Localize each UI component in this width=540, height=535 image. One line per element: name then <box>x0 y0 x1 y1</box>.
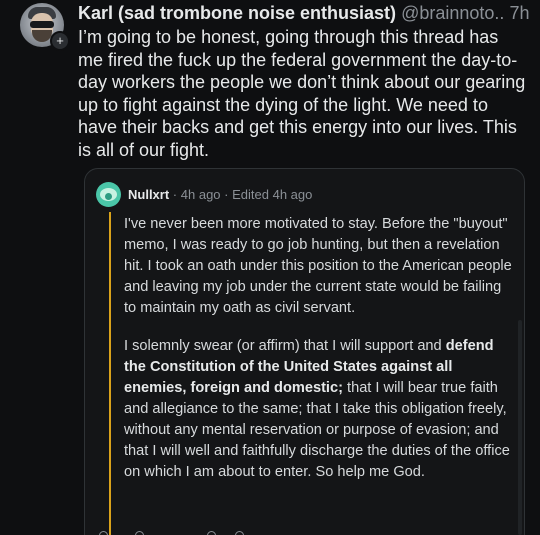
action-icon[interactable] <box>235 531 244 535</box>
action-icon[interactable] <box>99 531 108 535</box>
quote-author[interactable]: Nullxrt <box>128 187 169 202</box>
post-header: Karl (sad trombone noise enthusiast) @br… <box>78 2 529 24</box>
action-icon[interactable] <box>135 531 144 535</box>
meta-separator: · <box>224 187 229 202</box>
quote-action-row <box>99 528 279 535</box>
quote-edited: Edited 4h ago <box>232 187 313 202</box>
avatar-shape-inner <box>105 193 112 200</box>
author-handle[interactable]: @brainnoto.. <box>401 3 504 23</box>
action-icon[interactable] <box>207 531 216 535</box>
quote-body: I've never been more motivated to stay. … <box>124 214 516 483</box>
quote-thread-line <box>109 212 111 535</box>
quote-time: 4h ago <box>180 187 221 202</box>
oath-intro: I solemnly swear (or affirm) that I will… <box>124 338 446 354</box>
quoted-comment-card[interactable]: Nullxrt · 4h ago · Edited 4h ago I've ne… <box>84 168 525 535</box>
avatar-sunglasses <box>30 21 54 28</box>
scrollbar[interactable] <box>518 320 522 535</box>
author-name[interactable]: Karl (sad trombone noise enthusiast) <box>78 3 396 23</box>
quote-paragraph-2: I solemnly swear (or affirm) that I will… <box>124 336 516 483</box>
meta-separator: · <box>172 187 178 202</box>
post-body: I’m going to be honest, going through th… <box>78 27 526 160</box>
quote-paragraph-1: I've never been more motivated to stay. … <box>124 216 512 316</box>
quote-avatar-icon[interactable] <box>96 182 121 207</box>
follow-plus-icon[interactable]: + <box>50 31 70 51</box>
avatar-beard <box>32 30 52 42</box>
post-time[interactable]: 7h <box>509 3 529 23</box>
quote-header: Nullxrt · 4h ago · Edited 4h ago <box>128 187 312 203</box>
post: + Karl (sad trombone noise enthusiast) @… <box>0 0 540 535</box>
